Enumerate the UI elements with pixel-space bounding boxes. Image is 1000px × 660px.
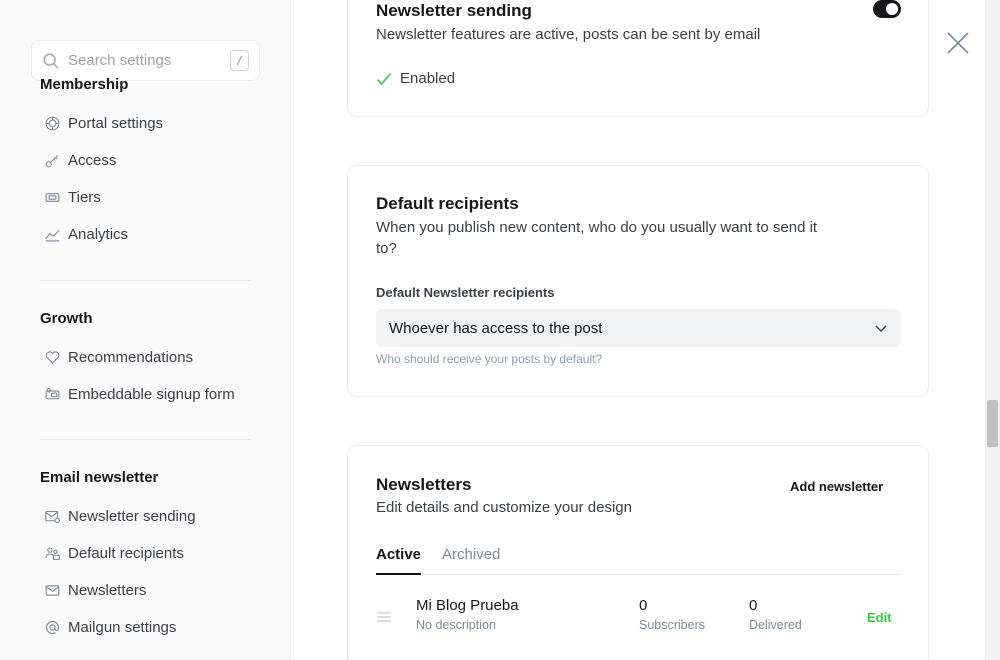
drag-handle-icon[interactable] [376, 611, 392, 623]
edit-newsletter-button[interactable]: Edit [867, 610, 892, 625]
status-text: Enabled [400, 70, 456, 87]
default-recipients-description: When you publish new content, who do you… [376, 219, 818, 257]
delivered-count: 0 [749, 597, 758, 614]
subscribers-label: Subscribers [639, 618, 705, 632]
search-box[interactable]: / [31, 40, 260, 81]
sidebar-item-label: Access [68, 151, 117, 169]
sidebar-item-default-recipients[interactable]: Default recipients [40, 538, 260, 568]
add-newsletter-button[interactable]: Add newsletter [790, 479, 883, 494]
portal-icon [41, 112, 63, 134]
check-icon [376, 72, 392, 85]
sidebar-item-recommendations[interactable]: Recommendations [40, 342, 260, 372]
default-recipients-title: Default recipients [376, 194, 519, 213]
ticket-icon [41, 186, 63, 208]
sidebar-item-newsletter-sending[interactable]: Newsletter sending [40, 501, 260, 531]
close-settings-button[interactable] [945, 30, 971, 56]
group-title-email-newsletter: Email newsletter [40, 469, 159, 486]
tab-active[interactable]: Active [376, 545, 422, 575]
sidebar-item-tiers[interactable]: Tiers [40, 182, 260, 212]
scrollbar-track[interactable] [985, 0, 1000, 660]
sidebar-item-label: Recommendations [68, 348, 194, 366]
default-recipients-field-label: Default Newsletter recipients [376, 285, 555, 300]
sidebar-item-newsletters[interactable]: Newsletters [40, 575, 260, 605]
sidebar-item-embeddable-signup-form[interactable]: Embeddable signup form [40, 379, 260, 409]
users-icon [41, 542, 63, 564]
signup-form-icon [41, 383, 63, 405]
sidebar-item-label: Tiers [68, 188, 101, 206]
newsletter-sending-status: Enabled [376, 70, 455, 87]
newsletter-sending-title: Newsletter sending [376, 1, 532, 20]
mail-settings-icon [41, 505, 63, 527]
group-title-membership: Membership [40, 76, 129, 93]
default-recipients-selected-value: Whoever has access to the post [389, 319, 603, 337]
default-recipients-card: Default recipients When you publish new … [347, 165, 929, 397]
search-shortcut-badge: / [230, 50, 249, 71]
delivered-label: Delivered [749, 618, 802, 632]
search-input[interactable] [68, 52, 218, 69]
sidebar-item-label: Newsletter sending [68, 507, 196, 525]
newsletter-sending-toggle[interactable] [873, 0, 901, 18]
default-recipients-hint: Who should receive your posts by default… [376, 352, 603, 366]
newsletter-sending-description: Newsletter features are active, posts ca… [376, 26, 761, 43]
table-row[interactable]: Mi Blog Prueba No description 0 Subscrib… [376, 597, 901, 647]
chart-icon [41, 223, 63, 245]
sidebar-divider [40, 280, 251, 281]
heart-icon [41, 346, 63, 368]
chevron-down-icon [875, 325, 887, 332]
search-icon [43, 53, 59, 69]
mail-icon [41, 579, 63, 601]
key-icon [41, 149, 63, 171]
sidebar-item-label: Newsletters [68, 581, 147, 599]
newsletters-description: Edit details and customize your design [376, 499, 632, 516]
newsletter-name: Mi Blog Prueba [416, 597, 519, 614]
default-recipients-select[interactable]: Whoever has access to the post [376, 309, 901, 347]
sidebar-item-label: Default recipients [68, 544, 184, 562]
settings-sidebar: / Membership Portal settings Access Tier… [0, 0, 291, 660]
newsletters-tabs: Active Archived [376, 545, 901, 575]
tab-archived[interactable]: Archived [442, 545, 500, 575]
newsletters-card: Newsletters Add newsletter Edit details … [347, 445, 929, 660]
at-icon [41, 616, 63, 638]
sidebar-divider [40, 439, 251, 440]
sidebar-item-portal-settings[interactable]: Portal settings [40, 108, 260, 138]
sidebar-item-label: Mailgun settings [68, 618, 177, 636]
sidebar-item-analytics[interactable]: Analytics [40, 219, 260, 249]
newsletter-description: No description [416, 618, 496, 632]
sidebar-item-label: Analytics [68, 225, 129, 243]
close-icon [947, 32, 969, 54]
scrollbar-thumb[interactable] [987, 400, 998, 447]
newsletters-title: Newsletters [376, 475, 472, 494]
sidebar-item-mailgun-settings[interactable]: Mailgun settings [40, 612, 260, 642]
subscribers-count: 0 [639, 597, 648, 614]
sidebar-item-access[interactable]: Access [40, 145, 260, 175]
sidebar-item-label: Portal settings [68, 114, 164, 132]
sidebar-item-label: Embeddable signup form [68, 385, 235, 403]
group-title-growth: Growth [40, 310, 93, 327]
newsletter-sending-card: Newsletter sending Newsletter features a… [347, 0, 929, 117]
